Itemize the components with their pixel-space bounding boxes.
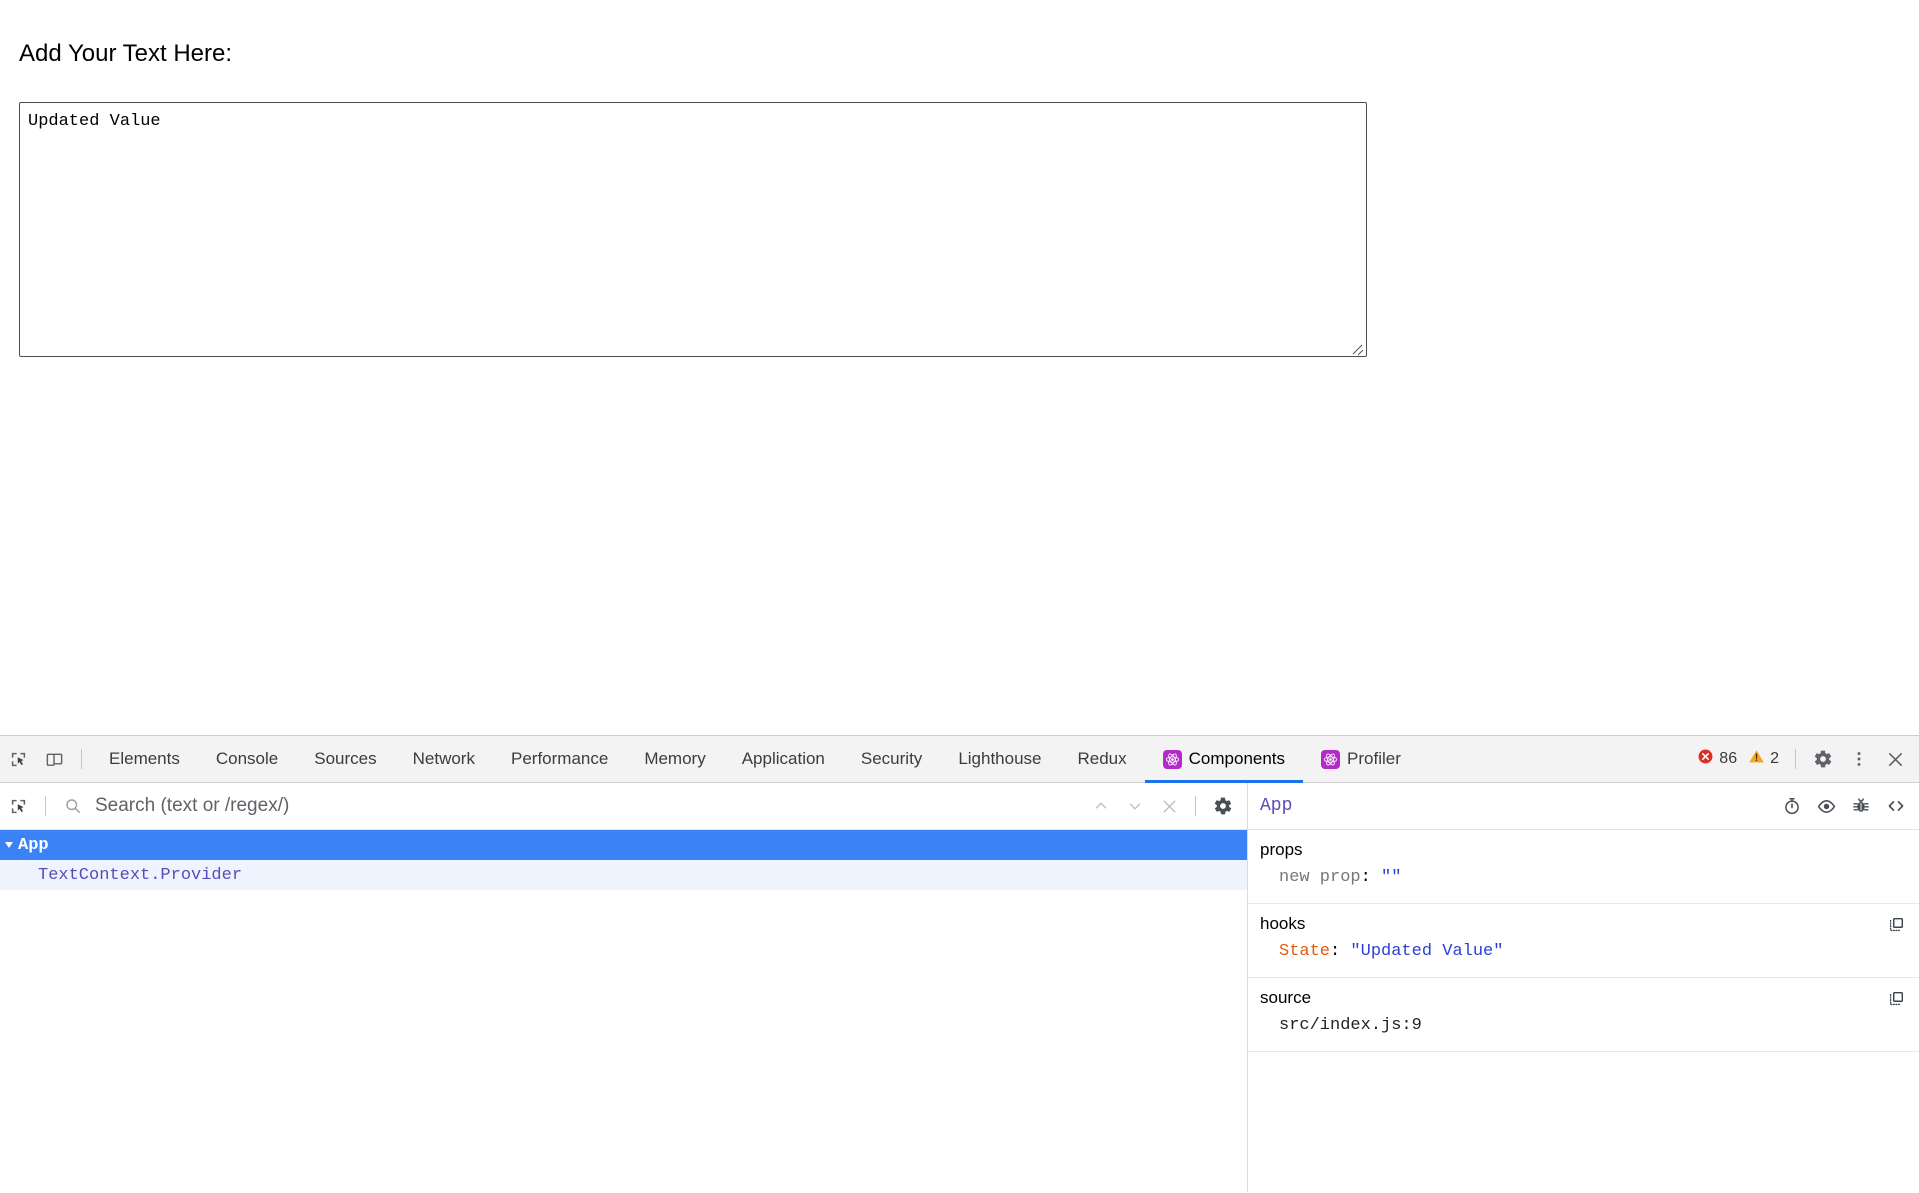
more-options-icon[interactable] (1841, 741, 1877, 777)
devtools-panel: Elements Console Sources Network Perform… (0, 735, 1919, 1193)
tab-label: Redux (1078, 749, 1127, 769)
tree-item-app[interactable]: App (0, 830, 1247, 860)
devtools-toolbar-right: 86 2 (1693, 741, 1919, 777)
tab-elements[interactable]: Elements (91, 736, 198, 783)
inspect-element-icon[interactable] (0, 741, 36, 777)
settings-gear-icon[interactable] (1805, 741, 1841, 777)
section-heading: props (1260, 840, 1907, 860)
toolbar-divider (81, 749, 82, 769)
warning-triangle-icon (1748, 748, 1765, 770)
section-heading: hooks (1260, 914, 1907, 934)
warning-counter[interactable]: 2 (1744, 748, 1786, 770)
copy-icon[interactable] (1887, 916, 1905, 939)
component-inspector-pane: App (1248, 783, 1919, 1192)
toolbar-divider (1795, 749, 1796, 769)
error-counter[interactable]: 86 (1693, 748, 1744, 770)
inspector-section-source: source src/index.js:9 (1248, 978, 1919, 1052)
tab-label: Components (1189, 749, 1285, 769)
chevron-down-icon[interactable] (1118, 789, 1152, 823)
hook-value[interactable]: "Updated Value" (1350, 942, 1503, 961)
clear-search-icon[interactable] (1152, 789, 1186, 823)
devtools-tab-list: Elements Console Sources Network Perform… (91, 736, 1693, 783)
tab-console[interactable]: Console (198, 736, 296, 783)
components-settings-gear-icon[interactable] (1205, 788, 1241, 824)
page-title: Add Your Text Here: (19, 40, 232, 68)
chevron-up-icon[interactable] (1084, 789, 1118, 823)
search-icon (55, 788, 91, 824)
react-logo-icon (1321, 750, 1340, 769)
copy-icon[interactable] (1887, 990, 1905, 1013)
tab-label: Security (861, 749, 922, 769)
tab-memory[interactable]: Memory (626, 736, 723, 783)
view-source-code-icon[interactable] (1885, 795, 1907, 817)
chevron-expanded-icon[interactable] (5, 842, 13, 848)
tab-label: Profiler (1347, 749, 1401, 769)
tree-item-textcontext-provider[interactable]: TextContext.Provider (0, 860, 1247, 890)
source-path[interactable]: src/index.js:9 (1279, 1016, 1422, 1035)
inspector-actions (1782, 795, 1907, 817)
prop-row[interactable]: new prop: "" (1260, 865, 1907, 891)
components-toolbar (0, 783, 1247, 830)
tab-network[interactable]: Network (395, 736, 493, 783)
web-page-content: Add Your Text Here: (0, 0, 1919, 735)
component-tree: App TextContext.Provider (0, 830, 1247, 890)
log-to-console-bug-icon[interactable] (1851, 796, 1871, 816)
tab-label: Lighthouse (958, 749, 1041, 769)
tree-item-label: TextContext.Provider (38, 866, 242, 885)
tab-redux[interactable]: Redux (1060, 736, 1145, 783)
inspect-dom-eye-icon[interactable] (1816, 796, 1837, 817)
tab-label: Performance (511, 749, 608, 769)
inspected-component-name: App (1260, 796, 1782, 816)
tab-security[interactable]: Security (843, 736, 940, 783)
source-row[interactable]: src/index.js:9 (1260, 1013, 1907, 1039)
hook-row[interactable]: State: "Updated Value" (1260, 939, 1907, 965)
tab-label: Console (216, 749, 278, 769)
tree-item-label: App (18, 836, 49, 855)
tab-components[interactable]: Components (1145, 736, 1303, 783)
colon-separator: : (1361, 868, 1371, 887)
tab-performance[interactable]: Performance (493, 736, 626, 783)
tab-label: Application (742, 749, 825, 769)
error-circle-icon (1697, 748, 1714, 770)
search-input[interactable] (91, 795, 1084, 817)
tab-sources[interactable]: Sources (296, 736, 394, 783)
hook-key: State (1279, 942, 1330, 961)
devtools-tabbar: Elements Console Sources Network Perform… (0, 736, 1919, 783)
inspector-section-hooks: hooks State: "Updated Value" (1248, 904, 1919, 978)
inspector-section-props: props new prop: "" (1248, 830, 1919, 904)
select-component-icon[interactable] (0, 788, 36, 824)
tab-label: Network (413, 749, 475, 769)
toolbar-divider (45, 796, 46, 816)
prop-key: new prop (1279, 868, 1361, 887)
colon-separator: : (1330, 942, 1340, 961)
tab-lighthouse[interactable]: Lighthouse (940, 736, 1059, 783)
devtools-body: App TextContext.Provider App (0, 783, 1919, 1192)
components-tree-pane: App TextContext.Provider (0, 783, 1248, 1192)
tab-label: Sources (314, 749, 376, 769)
prop-value[interactable]: "" (1381, 868, 1401, 887)
warning-count: 2 (1770, 750, 1782, 768)
error-count: 86 (1719, 750, 1740, 768)
toolbar-divider (1195, 796, 1196, 816)
text-input-textarea[interactable] (19, 102, 1367, 357)
tab-label: Memory (644, 749, 705, 769)
react-logo-icon (1163, 750, 1182, 769)
section-heading: source (1260, 988, 1907, 1008)
tab-application[interactable]: Application (724, 736, 843, 783)
profiler-timer-icon[interactable] (1782, 796, 1802, 816)
tab-label: Elements (109, 749, 180, 769)
text-input-container (19, 102, 1367, 357)
tab-profiler[interactable]: Profiler (1303, 736, 1419, 783)
device-toolbar-icon[interactable] (36, 741, 72, 777)
close-icon[interactable] (1877, 741, 1913, 777)
inspector-toolbar: App (1248, 783, 1919, 830)
